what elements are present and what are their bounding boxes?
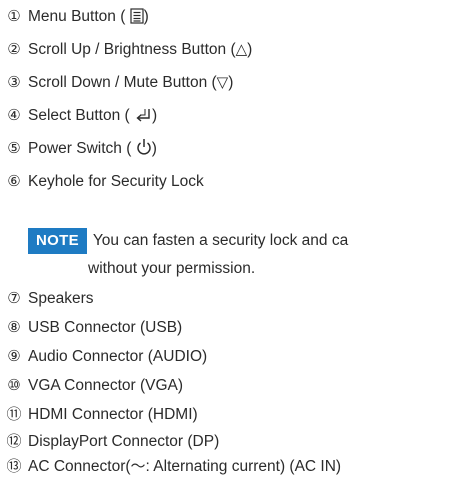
enter-return-icon — [134, 104, 152, 126]
power-icon — [136, 137, 152, 159]
item-label: Scroll Up / Brightness Button ( — [28, 41, 236, 58]
list-item-scroll-up-button: ② Scroll Up / Brightness Button (△) — [4, 38, 252, 60]
item-suffix: : Alternating current) (AC IN) — [145, 458, 342, 475]
list-item-menu-button: ① Menu Button ( ) — [4, 5, 149, 27]
item-label: Keyhole for Security Lock — [28, 173, 204, 190]
item-number: ⑫ — [6, 432, 22, 450]
item-label: USB Connector (USB) — [28, 319, 183, 336]
item-number: ⑥ — [7, 172, 21, 190]
item-label: Speakers — [28, 290, 94, 307]
item-label: AC Connector( — [28, 458, 131, 475]
item-number: ① — [7, 7, 21, 25]
item-label: Menu Button ( — [28, 8, 126, 25]
list-item-audio-connector: ⑨ Audio Connector (AUDIO) — [4, 345, 207, 367]
item-number: ③ — [7, 73, 21, 91]
list-item-vga-connector: ⑩ VGA Connector (VGA) — [4, 374, 183, 396]
list-item-power-switch: ⑤ Power Switch ( ) — [4, 137, 157, 159]
item-label: DisplayPort Connector (DP) — [28, 433, 220, 450]
list-item-scroll-down-button: ③ Scroll Down / Mute Button (▽) — [4, 71, 233, 93]
note-text-line2: without your permission. — [88, 260, 256, 277]
item-suffix: ) — [151, 107, 158, 124]
item-label: VGA Connector (VGA) — [28, 377, 184, 394]
list-item-displayport-connector: ⑫ DisplayPort Connector (DP) — [4, 430, 219, 452]
item-number: ⑦ — [7, 289, 21, 307]
item-suffix: ) — [247, 41, 253, 58]
list-item-speakers: ⑦ Speakers — [4, 287, 93, 309]
list-item-keyhole: ⑥ Keyhole for Security Lock — [4, 170, 204, 192]
item-number: ⑪ — [6, 405, 22, 423]
note-badge: NOTE — [28, 228, 87, 254]
item-suffix: ) — [151, 140, 157, 157]
triangle-down-icon: ▽ — [216, 73, 229, 91]
item-label: Audio Connector (AUDIO) — [28, 348, 208, 365]
list-item-hdmi-connector: ⑪ HDMI Connector (HDMI) — [4, 403, 198, 425]
item-label: Select Button ( — [28, 107, 130, 124]
triangle-up-icon: △ — [235, 40, 248, 58]
item-suffix: ) — [228, 74, 234, 91]
item-number: ⑩ — [7, 376, 21, 394]
menu-list-icon — [130, 5, 144, 27]
note-text-line1: You can fasten a security lock and ca — [92, 232, 349, 249]
item-label: Power Switch ( — [28, 140, 132, 157]
item-label: Scroll Down / Mute Button ( — [28, 74, 217, 91]
item-number: ② — [7, 40, 21, 58]
item-number: ⑧ — [7, 318, 21, 336]
item-number: ⑨ — [7, 347, 21, 365]
note-row: NOTE You can fasten a security lock and c… — [28, 228, 456, 254]
list-item-ac-connector: ⑬ AC Connector(～: Alternating current) (A… — [4, 455, 341, 477]
list-item-select-button: ④ Select Button ( ) — [4, 104, 157, 126]
item-number: ④ — [7, 106, 21, 124]
item-number: ⑤ — [7, 139, 21, 157]
tilde-ac-icon: ～ — [130, 457, 146, 475]
item-number: ⑬ — [6, 457, 22, 475]
item-suffix: ) — [143, 8, 149, 25]
item-label: HDMI Connector (HDMI) — [28, 406, 198, 423]
list-item-usb-connector: ⑧ USB Connector (USB) — [4, 316, 182, 338]
